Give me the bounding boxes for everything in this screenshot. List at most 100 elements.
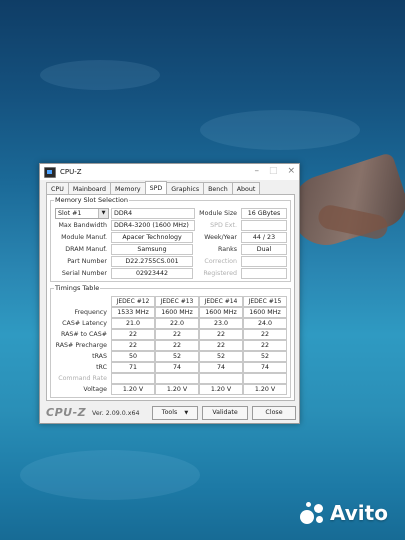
timing-cell: 22.0 xyxy=(155,318,199,329)
avito-watermark: Avito xyxy=(300,500,388,526)
timing-cell: 52 xyxy=(243,351,287,362)
water-ripple xyxy=(20,450,200,500)
timing-column-header: JEDEC #13 xyxy=(155,296,199,307)
timing-column-header: JEDEC #14 xyxy=(199,296,243,307)
timing-cell xyxy=(243,373,287,384)
ranks-label: Ranks xyxy=(217,246,237,253)
timing-row-label: RAS# Precharge xyxy=(55,342,107,349)
slot-select[interactable]: Slot #1 ▼ xyxy=(55,208,109,219)
timing-cell: 22 xyxy=(111,340,155,351)
timing-cell: 22 xyxy=(111,329,155,340)
module-size-label: Module Size xyxy=(199,210,237,217)
timing-cell: 74 xyxy=(243,362,287,373)
chevron-down-icon[interactable]: ▼ xyxy=(98,209,108,218)
correction-label: Correction xyxy=(204,258,237,265)
timing-cell: 1.20 V xyxy=(111,384,155,395)
part-number-value: D22.2755CS.001 xyxy=(111,256,193,267)
module-size-value: 16 GBytes xyxy=(241,208,287,219)
serial-number-value: 02923442 xyxy=(111,268,193,279)
dram-manuf-label: DRAM Manuf. xyxy=(65,246,107,253)
max-bandwidth-label: Max Bandwidth xyxy=(58,222,107,229)
timing-cell xyxy=(199,373,243,384)
timing-cell: 50 xyxy=(111,351,155,362)
swimmer-image xyxy=(281,151,405,255)
timing-row-label: Command Rate xyxy=(58,375,107,382)
timing-column-header: JEDEC #15 xyxy=(243,296,287,307)
timing-cell: 1600 MHz xyxy=(199,307,243,318)
timing-row-label: CAS# Latency xyxy=(62,320,107,327)
cpuz-window: CPU-Z – □ × CPU Mainboard Memory SPD Graphic… xyxy=(39,163,300,424)
tab-spd[interactable]: SPD xyxy=(144,181,168,195)
maximize-icon: □ xyxy=(268,166,278,176)
timing-cell: 22 xyxy=(199,340,243,351)
timing-row-label: RAS# to CAS# xyxy=(60,331,107,338)
timing-cell: 1600 MHz xyxy=(243,307,287,318)
timing-cell: 22 xyxy=(243,340,287,351)
timing-cell: 21.0 xyxy=(111,318,155,329)
timing-cell: 52 xyxy=(199,351,243,362)
timing-cell: 74 xyxy=(199,362,243,373)
correction-value xyxy=(241,256,287,267)
cpuz-app-icon xyxy=(44,166,56,178)
max-bandwidth-value: DDR4-3200 (1600 MHz) xyxy=(111,220,195,231)
timing-cell: 23.0 xyxy=(199,318,243,329)
window-title: CPU-Z xyxy=(60,168,82,176)
timing-cell: 52 xyxy=(155,351,199,362)
timing-cell: 1600 MHz xyxy=(155,307,199,318)
close-icon[interactable]: × xyxy=(287,166,295,176)
tools-button-label: Tools xyxy=(161,409,178,416)
avito-watermark-text: Avito xyxy=(330,501,388,525)
timings-group: Timings Table JEDEC #12 JEDEC #13 JEDEC #1… xyxy=(50,284,291,398)
spd-ext-label: SPD Ext. xyxy=(210,222,237,229)
timing-cell xyxy=(111,373,155,384)
timing-cell: 22 xyxy=(243,329,287,340)
water-ripple xyxy=(40,60,160,90)
timing-cell: 1.20 V xyxy=(155,384,199,395)
registered-label: Registered xyxy=(203,270,237,277)
timing-cell: 74 xyxy=(155,362,199,373)
close-button[interactable]: Close xyxy=(252,406,296,420)
footer-bar: CPU-Z Ver. 2.09.0.x64 Tools ▼ Validate C… xyxy=(40,402,299,422)
timing-column-header: JEDEC #12 xyxy=(111,296,155,307)
version-text: Ver. 2.09.0.x64 xyxy=(92,410,140,417)
slot-select-value: Slot #1 xyxy=(58,210,82,217)
avito-logo-icon xyxy=(300,500,326,526)
timing-row-label: Frequency xyxy=(74,309,107,316)
validate-button[interactable]: Validate xyxy=(202,406,248,420)
week-year-value: 44 / 23 xyxy=(241,232,287,243)
spd-panel: Memory Slot Selection Slot #1 ▼ DDR4 Mod… xyxy=(46,194,295,401)
cpuz-brand-logo: CPU-Z xyxy=(46,406,87,419)
timing-row-label: Voltage xyxy=(83,386,107,393)
tools-button[interactable]: Tools ▼ xyxy=(152,406,198,420)
memory-slot-group-title: Memory Slot Selection xyxy=(54,196,129,204)
memory-type-value: DDR4 xyxy=(111,208,195,219)
close-button-label: Close xyxy=(265,409,283,416)
timing-cell: 1.20 V xyxy=(199,384,243,395)
timing-cell: 24.0 xyxy=(243,318,287,329)
serial-number-label: Serial Number xyxy=(61,270,107,277)
title-bar[interactable]: CPU-Z – □ × xyxy=(40,164,299,180)
module-manuf-value: Apacer Technology xyxy=(111,232,193,243)
dram-manuf-value: Samsung xyxy=(111,244,193,255)
spd-ext-value xyxy=(241,220,287,231)
week-year-label: Week/Year xyxy=(204,234,237,241)
timing-cell: 71 xyxy=(111,362,155,373)
timing-row-label: tRAS xyxy=(92,353,107,360)
timings-group-title: Timings Table xyxy=(54,284,101,292)
timing-row-label: tRC xyxy=(96,364,107,371)
memory-slot-group: Memory Slot Selection Slot #1 ▼ DDR4 Mod… xyxy=(50,196,291,282)
timing-cell: 1.20 V xyxy=(243,384,287,395)
timing-cell xyxy=(155,373,199,384)
water-ripple xyxy=(200,110,360,150)
part-number-label: Part Number xyxy=(67,258,107,265)
timing-cell: 1533 MHz xyxy=(111,307,155,318)
timing-cell: 22 xyxy=(155,329,199,340)
module-manuf-label: Module Manuf. xyxy=(61,234,107,241)
validate-button-label: Validate xyxy=(212,409,238,416)
ranks-value: Dual xyxy=(241,244,287,255)
chevron-down-icon: ▼ xyxy=(184,410,189,416)
registered-value xyxy=(241,268,287,279)
timing-cell: 22 xyxy=(199,329,243,340)
timing-cell: 22 xyxy=(155,340,199,351)
minimize-icon[interactable]: – xyxy=(254,166,259,176)
